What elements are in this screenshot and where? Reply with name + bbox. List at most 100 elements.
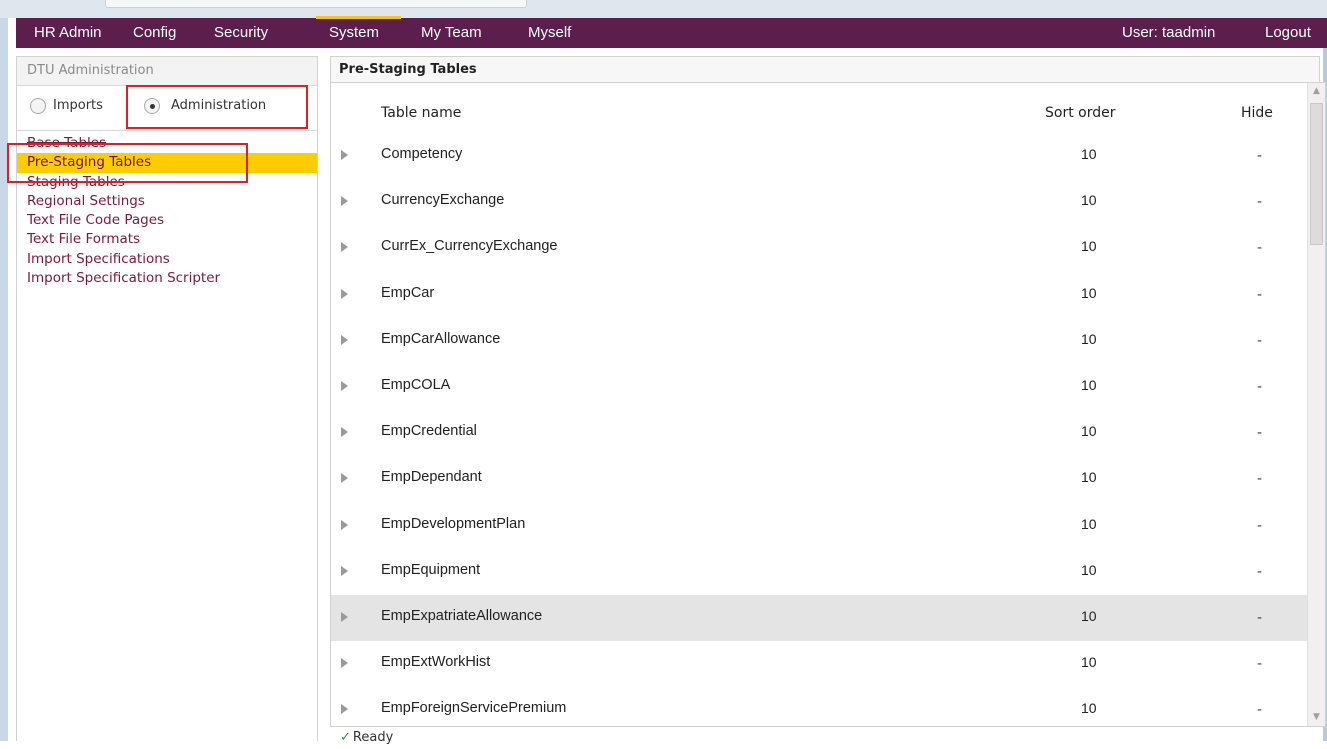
- scroll-down-arrow-icon[interactable]: ▼: [1308, 709, 1325, 726]
- expand-arrow-icon[interactable]: [341, 427, 348, 438]
- table-name-cell: CurrEx_CurrencyExchange: [381, 238, 558, 255]
- sort-order-cell: 10: [1081, 376, 1097, 393]
- sidebar-item-import-specification-scripter[interactable]: Import Specification Scripter: [17, 269, 317, 288]
- table-row[interactable]: EmpDependant 10 -: [331, 456, 1309, 502]
- table-row[interactable]: EmpDevelopmentPlan 10 -: [331, 503, 1309, 549]
- hide-cell: -: [1257, 702, 1263, 719]
- scroll-up-arrow-icon[interactable]: ▲: [1308, 83, 1325, 100]
- hide-cell: -: [1257, 240, 1263, 257]
- imports-radio[interactable]: [30, 98, 46, 114]
- hide-cell: -: [1257, 425, 1263, 442]
- nav-config[interactable]: Config: [133, 18, 176, 48]
- table-name-cell: EmpCar: [381, 284, 435, 301]
- table-name-cell: EmpCredential: [381, 423, 477, 440]
- sort-order-cell: 10: [1081, 238, 1097, 255]
- address-bar[interactable]: [105, 0, 527, 8]
- hide-cell: -: [1257, 656, 1263, 673]
- expand-arrow-icon[interactable]: [341, 658, 348, 669]
- table-name-cell: EmpCarAllowance: [381, 330, 501, 347]
- hide-cell: -: [1257, 378, 1263, 395]
- panel-title: DTU Administration: [17, 57, 317, 86]
- sort-order-cell: 10: [1081, 284, 1097, 301]
- expand-arrow-icon[interactable]: [341, 196, 348, 207]
- hide-cell: -: [1257, 194, 1263, 211]
- table-body: Competency 10 - CurrencyExchange 10 - CurrEx…: [331, 133, 1309, 726]
- table-header: Table name Sort order Hide: [331, 83, 1309, 133]
- table-row[interactable]: EmpCOLA 10 -: [331, 364, 1309, 410]
- nav-hr-admin[interactable]: HR Admin: [34, 18, 102, 48]
- column-header-hide[interactable]: Hide: [1241, 83, 1273, 133]
- sidebar-item-import-specifications[interactable]: Import Specifications: [17, 250, 317, 269]
- table-row[interactable]: EmpCredential 10 -: [331, 410, 1309, 456]
- table-name-cell: EmpExpatriateAllowance: [381, 607, 543, 624]
- table-row[interactable]: CurrEx_CurrencyExchange 10 -: [331, 225, 1309, 271]
- expand-arrow-icon[interactable]: [341, 565, 348, 576]
- expand-arrow-icon[interactable]: [341, 704, 348, 715]
- sort-order-cell: 10: [1081, 330, 1097, 347]
- sort-order-cell: 10: [1081, 469, 1097, 486]
- sort-order-cell: 10: [1081, 700, 1097, 717]
- table-name-cell: CurrencyExchange: [381, 192, 505, 209]
- hide-cell: -: [1257, 609, 1263, 626]
- hide-cell: -: [1257, 332, 1263, 349]
- table-row[interactable]: EmpCarAllowance 10 -: [331, 318, 1309, 364]
- sidebar-item-text-file-formats[interactable]: Text File Formats: [17, 230, 317, 249]
- table-name-cell: Competency: [381, 146, 463, 162]
- expand-arrow-icon[interactable]: [341, 611, 348, 622]
- sort-order-cell: 10: [1081, 607, 1097, 624]
- sort-order-cell: 10: [1081, 561, 1097, 578]
- column-header-table-name[interactable]: Table name: [381, 83, 461, 133]
- sort-order-cell: 10: [1081, 146, 1097, 162]
- table-row[interactable]: EmpCar 10 -: [331, 272, 1309, 318]
- expand-arrow-icon[interactable]: [341, 334, 348, 345]
- expand-arrow-icon[interactable]: [341, 242, 348, 253]
- expand-arrow-icon[interactable]: [341, 150, 348, 160]
- nav-my-team[interactable]: My Team: [421, 18, 482, 48]
- table-name-cell: EmpDependant: [381, 469, 482, 486]
- expand-arrow-icon[interactable]: [341, 380, 348, 391]
- nav-myself[interactable]: Myself: [528, 18, 571, 48]
- hide-cell: -: [1257, 471, 1263, 488]
- table-name-cell: EmpForeignServicePremium: [381, 700, 567, 717]
- table-name-cell: EmpEquipment: [381, 561, 481, 578]
- sidebar-item-text-file-code-pages[interactable]: Text File Code Pages: [17, 211, 317, 230]
- logout-link[interactable]: Logout: [1265, 18, 1311, 48]
- table-name-cell: EmpExtWorkHist: [381, 654, 491, 671]
- table-row[interactable]: EmpEquipment 10 -: [331, 549, 1309, 595]
- hide-cell: -: [1257, 517, 1263, 534]
- browser-top-strip: [0, 0, 1327, 18]
- sort-order-cell: 10: [1081, 515, 1097, 532]
- imports-radio-label[interactable]: Imports: [53, 98, 103, 114]
- page-title: Pre-Staging Tables: [330, 56, 1320, 82]
- status-text: Ready: [352, 730, 394, 745]
- expand-arrow-icon[interactable]: [341, 473, 348, 484]
- column-header-sort-order[interactable]: Sort order: [1045, 83, 1115, 133]
- expand-arrow-icon[interactable]: [341, 519, 348, 530]
- pre-staging-table: Table name Sort order Hide Competency 10 -…: [330, 82, 1326, 727]
- table-row[interactable]: EmpExtWorkHist 10 -: [331, 641, 1309, 687]
- nav-system[interactable]: System: [315, 16, 402, 48]
- table-row[interactable]: EmpForeignServicePremium 10 -: [331, 687, 1309, 726]
- status-bar: ✓ Ready: [340, 727, 393, 747]
- expand-arrow-icon[interactable]: [341, 288, 348, 299]
- table-row[interactable]: CurrencyExchange 10 -: [331, 179, 1309, 225]
- hide-cell: -: [1257, 148, 1263, 164]
- user-label: User: taadmin: [1122, 24, 1216, 41]
- top-nav-bar: HR Admin Config Security System My Team …: [16, 16, 1327, 48]
- table-row[interactable]: Competency 10 -: [331, 133, 1309, 179]
- sidebar-item-regional-settings[interactable]: Regional Settings: [17, 192, 317, 211]
- table-name-cell: EmpDevelopmentPlan: [381, 515, 526, 532]
- vertical-scrollbar[interactable]: ▲ ▼: [1307, 83, 1325, 726]
- hide-cell: -: [1257, 563, 1263, 580]
- sort-order-cell: 10: [1081, 654, 1097, 671]
- table-name-cell: EmpCOLA: [381, 376, 451, 393]
- scrollbar-thumb[interactable]: [1310, 103, 1323, 245]
- check-icon: ✓: [340, 730, 351, 745]
- selection-highlight-box: [7, 143, 248, 183]
- administration-highlight-box: [126, 85, 308, 129]
- sort-order-cell: 10: [1081, 423, 1097, 440]
- table-row[interactable]: EmpExpatriateAllowance 10 -: [331, 594, 1309, 642]
- nav-security[interactable]: Security: [214, 18, 268, 48]
- hide-cell: -: [1257, 286, 1263, 303]
- window-left-edge: [0, 18, 8, 741]
